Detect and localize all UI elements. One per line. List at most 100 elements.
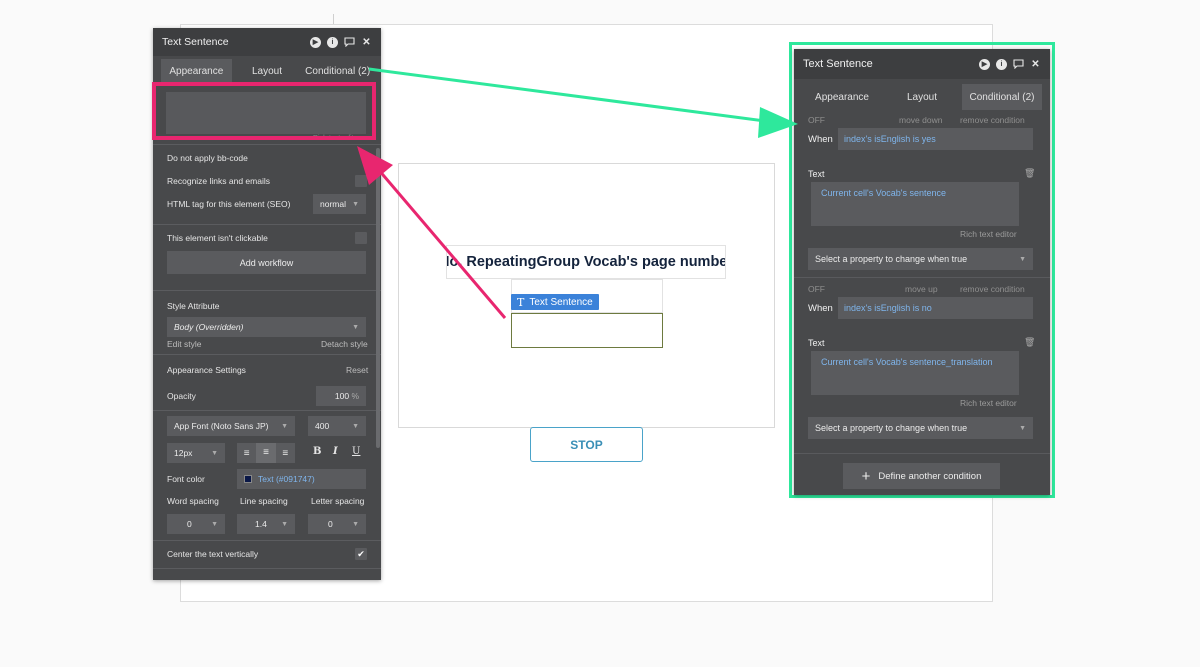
info-icon[interactable]: i [327,36,338,48]
panel-scrollbar[interactable] [376,148,380,448]
close-icon[interactable]: ✕ [1030,59,1041,70]
property-select[interactable]: Select a property to change when true ▼ [808,417,1033,439]
move-down-link[interactable]: move down [899,115,942,125]
detach-style-link[interactable]: Detach style [321,339,368,349]
divider [153,144,381,145]
selected-element-label: Text Sentence [529,296,593,308]
selected-text-element[interactable] [511,313,663,348]
divider [153,568,381,569]
condition-expression[interactable]: index's isEnglish is yes [838,128,1033,150]
font-weight-select[interactable]: 400 ▼ [308,416,366,436]
move-up-link[interactable]: move up [905,284,938,294]
chevron-down-icon: ▼ [211,520,218,528]
conditional-text-value[interactable]: Current cell's Vocab's sentence_translat… [811,351,1019,395]
condition-state[interactable]: OFF [808,115,825,125]
add-workflow-button[interactable]: Add workflow [167,251,366,274]
tab-appearance[interactable]: Appearance [161,59,232,83]
rich-text-editor-link[interactable]: Rich text editor [960,398,1017,408]
divider [153,290,381,291]
bold-button[interactable]: B [313,446,321,457]
style-attribute-label: Style Attribute [167,301,220,311]
comment-icon[interactable] [344,37,355,48]
property-select-label: Select a property to change when true [815,254,968,264]
html-tag-value: normal [320,199,346,209]
letter-spacing-value: 0 [328,519,333,529]
italic-button[interactable]: I [333,446,338,457]
play-icon[interactable]: ▶ [310,36,321,48]
trash-icon[interactable]: 🗑 [1024,168,1035,179]
conditional-text-value[interactable]: Current cell's Vocab's sentence [811,182,1019,226]
comment-icon[interactable] [1013,59,1024,70]
chevron-down-icon: ▼ [211,449,218,457]
divider [153,540,381,541]
plus-icon: + [861,467,871,485]
underline-button[interactable]: U [352,446,360,457]
text-align-group: ≡ ≡ ≡ [237,443,295,463]
remove-condition-link[interactable]: remove condition [960,284,1025,294]
letter-spacing-label: Letter spacing [311,496,365,506]
align-left-icon[interactable]: ≡ [237,448,256,459]
font-size-value: 12px [174,448,193,458]
chevron-down-icon: ▼ [352,422,359,430]
play-icon[interactable]: ▶ [979,58,990,70]
divider [153,224,381,225]
when-label: When [808,303,833,314]
trash-icon[interactable]: 🗑 [1024,337,1035,348]
line-spacing-label: Line spacing [240,496,288,506]
align-center-icon[interactable]: ≡ [256,443,276,463]
line-spacing-select[interactable]: 1.4 ▼ [237,514,295,534]
remove-condition-link[interactable]: remove condition [960,115,1025,125]
define-condition-button[interactable]: + Define another condition [843,463,1000,489]
not-clickable-checkbox[interactable] [355,232,367,244]
panel-title: Text Sentence [803,58,873,70]
tab-appearance[interactable]: Appearance [802,84,882,110]
recognize-links-label: Recognize links and emails [167,176,270,186]
letter-spacing-select[interactable]: 0 ▼ [308,514,366,534]
recognize-links-checkbox[interactable] [355,175,367,187]
stop-button[interactable]: STOP [530,427,643,462]
font-family-select[interactable]: App Font (Noto Sans JP) ▼ [167,416,295,436]
property-select-label: Select a property to change when true [815,423,968,433]
word-spacing-select[interactable]: 0 ▼ [167,514,225,534]
font-color-select[interactable]: Text (#091747) [237,469,366,489]
tab-conditional[interactable]: Conditional (2) [962,84,1042,110]
page-number-text[interactable]: No. RepeatingGroup Vocab's page number [446,245,726,279]
html-tag-select[interactable]: normal ▼ [313,194,366,214]
highlight-frame-pink [152,82,376,140]
condition-state[interactable]: OFF [808,284,825,294]
when-label: When [808,134,833,145]
tab-conditional[interactable]: Conditional (2) [302,59,373,83]
appearance-settings-label: Appearance Settings [167,365,246,375]
tab-layout[interactable]: Layout [882,84,962,110]
reset-link[interactable]: Reset [346,365,368,375]
font-color-value: Text (#091747) [258,474,315,484]
divider [794,277,1050,278]
opacity-input[interactable]: 100 % [316,386,366,406]
chevron-down-icon: ▼ [1019,424,1026,432]
chevron-down-icon: ▼ [352,323,359,331]
panel-tabs: Appearance Layout Conditional (2) [802,84,1042,110]
line-spacing-value: 1.4 [255,519,267,529]
selected-element-tag[interactable]: T Text Sentence [511,294,599,310]
tab-layout[interactable]: Layout [232,59,303,83]
divider [794,453,1050,454]
info-icon[interactable]: i [996,58,1007,70]
align-right-icon[interactable]: ≡ [276,448,295,459]
property-select[interactable]: Select a property to change when true ▼ [808,248,1033,270]
font-size-select[interactable]: 12px ▼ [167,443,225,463]
text-element-icon: T [517,295,525,309]
chevron-down-icon: ▼ [352,200,359,208]
word-spacing-value: 0 [187,519,192,529]
property-editor-right: Text Sentence ▶ i ✕ Appearance Layout Co… [794,49,1050,495]
condition-expression[interactable]: index's isEnglish is no [838,297,1033,319]
rich-text-editor-link[interactable]: Rich text editor [960,229,1017,239]
define-condition-label: Define another condition [878,470,982,482]
close-icon[interactable]: ✕ [361,37,372,48]
center-vertically-checkbox[interactable]: ✔ [355,548,367,560]
divider [153,354,381,355]
chevron-down-icon: ▼ [281,422,288,430]
panel-tabs: Appearance Layout Conditional (2) [161,59,373,83]
divider [153,410,381,411]
opacity-unit: % [351,391,359,401]
style-select[interactable]: Body (Overridden) ▼ [167,317,366,337]
